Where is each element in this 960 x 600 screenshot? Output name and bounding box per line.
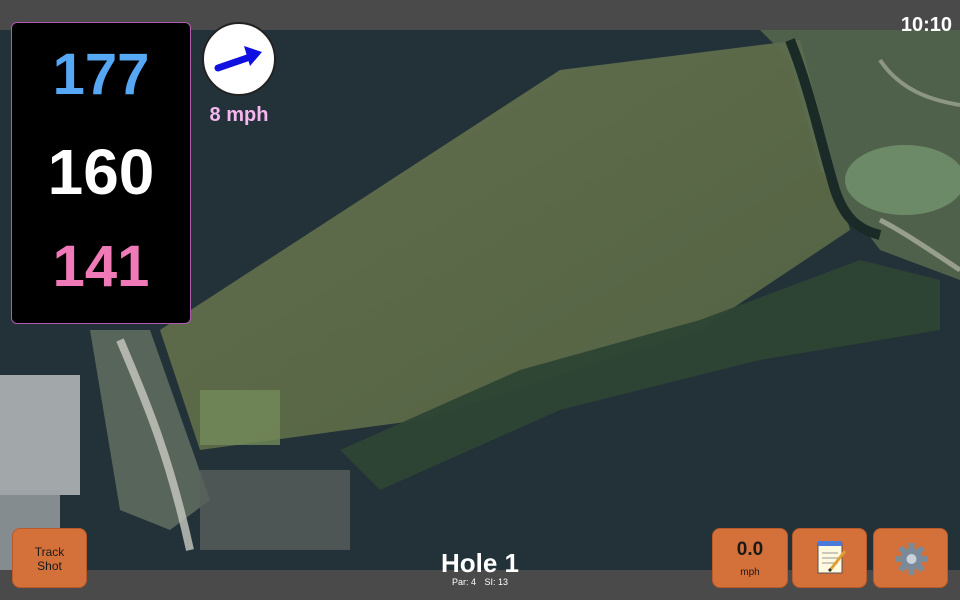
notepad-icon: [817, 541, 847, 574]
distance-panel: 177 160 141: [11, 22, 191, 324]
speed-button[interactable]: 0.0 mph: [712, 528, 788, 588]
scorecard-notes-button[interactable]: [792, 528, 867, 588]
speed-value: 0.0: [736, 539, 764, 560]
front-distance: 141: [52, 234, 150, 299]
hole-info: Par: 4 SI: 13: [380, 577, 580, 587]
wind-speed-label: 8 mph: [209, 104, 269, 126]
middle-distance: 160: [47, 136, 155, 208]
hole-title: Hole 1: [440, 548, 520, 578]
settings-button[interactable]: [873, 528, 948, 588]
hole-par: Par: 4: [451, 577, 476, 587]
hole-stroke-index: SI: 13: [484, 577, 509, 587]
clock: 10:10: [900, 14, 952, 36]
gear-icon: [895, 543, 928, 575]
wind-indicator: [202, 22, 276, 96]
speed-unit: mph: [740, 567, 760, 578]
wind-direction-arrow-icon: [214, 46, 262, 72]
track-shot-label-line2: Shot: [37, 559, 62, 573]
track-shot-label-line1: Track: [34, 545, 65, 559]
track-shot-button[interactable]: Track Shot: [12, 528, 87, 588]
back-distance: 177: [52, 42, 150, 107]
